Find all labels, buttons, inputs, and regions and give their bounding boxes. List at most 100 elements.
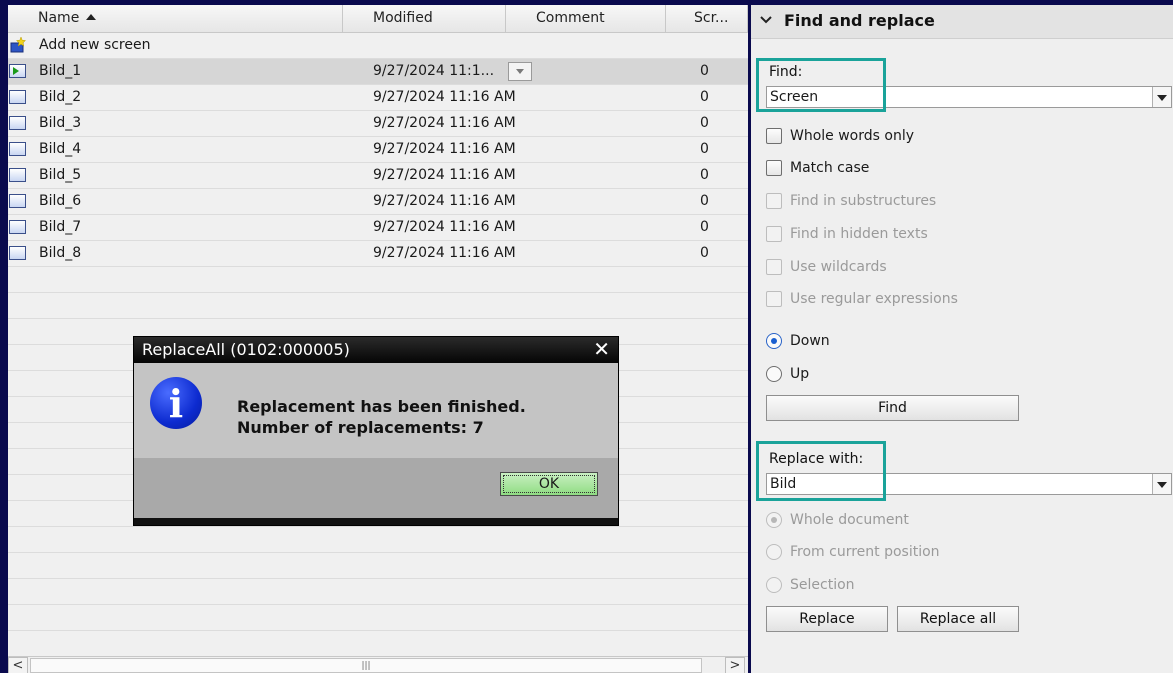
- screen-icon: [9, 246, 26, 260]
- row-modified: 9/27/2024 11:16 AM: [373, 167, 516, 183]
- empty-row: [8, 293, 748, 319]
- row-name: Bild_2: [39, 89, 82, 105]
- row-name: Bild_5: [39, 167, 82, 183]
- find-in-hidden-texts-label: Find in hidden texts: [790, 226, 928, 242]
- sort-ascending-icon: [86, 14, 97, 20]
- table-row[interactable]: Bild_5 9/27/2024 11:16 AM 0: [8, 163, 748, 189]
- chevron-down-icon[interactable]: [760, 14, 772, 26]
- empty-row: [8, 267, 748, 293]
- row-scr: 0: [700, 245, 709, 261]
- column-header-scr[interactable]: Scr...: [666, 5, 748, 32]
- dialog-title-bar[interactable]: ReplaceAll (0102:000005) ✕: [134, 337, 618, 363]
- find-dropdown-button[interactable]: [1152, 87, 1171, 107]
- list-header: Name Modified Comment Scr...: [8, 5, 748, 33]
- scroll-right-button[interactable]: >: [725, 657, 745, 673]
- column-header-comment-label: Comment: [536, 10, 605, 26]
- table-row[interactable]: Bild_4 9/27/2024 11:16 AM 0: [8, 137, 748, 163]
- find-button[interactable]: Find: [766, 395, 1019, 421]
- row-modified: 9/27/2024 11:1...: [373, 63, 495, 79]
- replace-dropdown-button[interactable]: [1152, 474, 1171, 494]
- column-header-modified[interactable]: Modified: [343, 5, 506, 32]
- find-in-substructures-box: [766, 193, 782, 209]
- replace-all-button[interactable]: Replace all: [897, 606, 1019, 632]
- column-header-name-label: Name: [38, 10, 80, 26]
- direction-down-circle[interactable]: [766, 333, 782, 349]
- row-modified: 9/27/2024 11:16 AM: [373, 115, 516, 131]
- dialog-bottom-edge: [134, 518, 618, 525]
- close-icon[interactable]: ✕: [593, 338, 610, 360]
- row-modified: 9/27/2024 11:16 AM: [373, 89, 516, 105]
- match-case-label: Match case: [790, 160, 870, 176]
- add-new-screen-label: Add new screen: [39, 37, 151, 53]
- row-name: Bild_8: [39, 245, 82, 261]
- table-row[interactable]: Bild_7 9/27/2024 11:16 AM 0: [8, 215, 748, 241]
- find-replace-header[interactable]: Find and replace: [751, 5, 1173, 39]
- modified-dropdown-button[interactable]: [508, 62, 532, 81]
- horizontal-scrollbar[interactable]: < ||| >: [8, 656, 748, 673]
- table-row[interactable]: Bild_3 9/27/2024 11:16 AM 0: [8, 111, 748, 137]
- dialog-body: i Replacement has been finished. Number …: [134, 363, 618, 458]
- find-in-hidden-texts-box: [766, 226, 782, 242]
- row-scr: 0: [700, 167, 709, 183]
- screen-icon: [9, 142, 26, 156]
- row-scr: 0: [700, 63, 709, 79]
- dialog-message-line2: Number of replacements: 7: [237, 418, 484, 437]
- replace-all-dialog: ReplaceAll (0102:000005) ✕ i Replacement…: [134, 337, 618, 525]
- empty-row: [8, 527, 748, 553]
- row-name: Bild_4: [39, 141, 82, 157]
- use-regex-label: Use regular expressions: [790, 291, 958, 307]
- use-wildcards-label: Use wildcards: [790, 259, 887, 275]
- screen-icon: [9, 168, 26, 182]
- whole-document-label: Whole document: [790, 512, 909, 528]
- screen-icon: [9, 220, 26, 234]
- from-current-position-circle: [766, 544, 782, 560]
- find-in-substructures-label: Find in substructures: [790, 193, 937, 209]
- direction-up-label: Up: [790, 366, 810, 382]
- add-screen-icon: [10, 37, 26, 53]
- table-row[interactable]: Bild_2 9/27/2024 11:16 AM 0: [8, 85, 748, 111]
- whole-document-circle: [766, 512, 782, 528]
- whole-words-label: Whole words only: [790, 128, 915, 144]
- row-scr: 0: [700, 89, 709, 105]
- direction-up-circle[interactable]: [766, 366, 782, 382]
- replace-highlight-box: [756, 441, 886, 501]
- row-name: Bild_3: [39, 115, 82, 131]
- row-name: Bild_1: [39, 63, 82, 79]
- ok-button[interactable]: OK: [500, 472, 598, 496]
- scroll-left-button[interactable]: <: [8, 657, 28, 673]
- table-row[interactable]: Bild_8 9/27/2024 11:16 AM 0: [8, 241, 748, 267]
- whole-words-box[interactable]: [766, 128, 782, 144]
- scroll-thumb[interactable]: |||: [30, 658, 702, 673]
- column-header-modified-label: Modified: [373, 10, 433, 26]
- row-scr: 0: [700, 193, 709, 209]
- from-current-position-label: From current position: [790, 544, 940, 560]
- info-icon: i: [150, 377, 202, 429]
- screen-icon: [9, 116, 26, 130]
- empty-row: [8, 579, 748, 605]
- row-name: Bild_7: [39, 219, 82, 235]
- row-modified: 9/27/2024 11:16 AM: [373, 219, 516, 235]
- add-new-screen-row[interactable]: Add new screen: [8, 33, 748, 59]
- empty-row: [8, 605, 748, 631]
- table-row[interactable]: Bild_1 9/27/2024 11:1... 0: [8, 59, 748, 85]
- row-modified: 9/27/2024 11:16 AM: [373, 141, 516, 157]
- empty-row: [8, 631, 748, 657]
- find-replace-title: Find and replace: [784, 11, 935, 30]
- row-scr: 0: [700, 141, 709, 157]
- screen-icon: [9, 194, 26, 208]
- replace-button[interactable]: Replace: [766, 606, 888, 632]
- row-modified: 9/27/2024 11:16 AM: [373, 245, 516, 261]
- use-wildcards-box: [766, 259, 782, 275]
- selection-circle: [766, 577, 782, 593]
- row-name: Bild_6: [39, 193, 82, 209]
- dialog-footer: OK: [134, 458, 618, 518]
- start-screen-icon: [13, 67, 19, 75]
- direction-down-label: Down: [790, 333, 830, 349]
- row-scr: 0: [700, 115, 709, 131]
- column-header-comment[interactable]: Comment: [506, 5, 666, 32]
- table-row[interactable]: Bild_6 9/27/2024 11:16 AM 0: [8, 189, 748, 215]
- screen-icon: [9, 64, 26, 78]
- match-case-box[interactable]: [766, 160, 782, 176]
- empty-row: [8, 553, 748, 579]
- column-header-name[interactable]: Name: [8, 5, 343, 32]
